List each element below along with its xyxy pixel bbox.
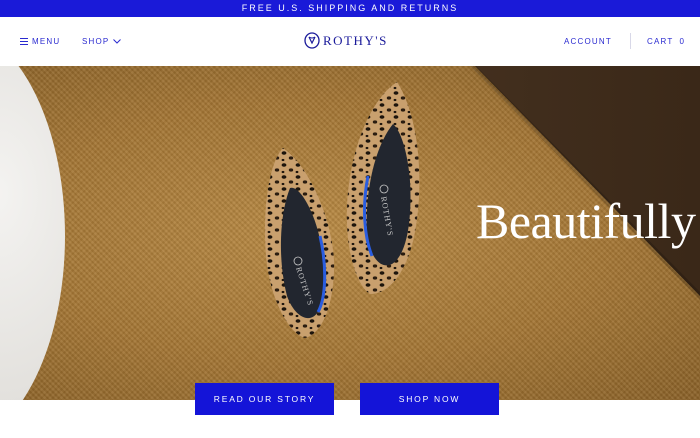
- read-our-story-button[interactable]: READ OUR STORY: [195, 383, 334, 415]
- right-shoe: [346, 82, 420, 294]
- left-shoe: [264, 148, 335, 338]
- promo-text: FREE U.S. SHIPPING AND RETURNS: [241, 3, 459, 13]
- chevron-down-icon: [113, 39, 122, 44]
- content-strip: [0, 400, 700, 438]
- hero-banner: ROTHY'S ROTHY'S Beautifully s: [0, 66, 700, 400]
- cart-link[interactable]: CART 0: [647, 37, 685, 46]
- top-navigation: MENU SHOP ROTHY'S ACCOUNT CART 0: [0, 17, 700, 66]
- logo-shield-icon: [304, 32, 320, 49]
- shop-label: SHOP: [82, 37, 110, 46]
- hero-headline: Beautifully s: [476, 193, 700, 249]
- cart-count: 0: [679, 37, 686, 46]
- logo-text: ROTHY'S: [323, 32, 388, 48]
- cart-label: CART: [647, 37, 674, 46]
- account-link[interactable]: ACCOUNT: [564, 37, 612, 46]
- nav-divider: [630, 33, 631, 49]
- shop-now-label: SHOP NOW: [398, 394, 461, 404]
- site-logo[interactable]: ROTHY'S: [304, 32, 388, 49]
- shop-now-button[interactable]: SHOP NOW: [360, 383, 499, 415]
- menu-label: MENU: [32, 37, 61, 46]
- shop-dropdown[interactable]: SHOP: [82, 37, 122, 46]
- menu-button[interactable]: MENU: [20, 37, 60, 46]
- promo-banner[interactable]: FREE U.S. SHIPPING AND RETURNS: [0, 0, 700, 17]
- read-our-story-label: READ OUR STORY: [213, 394, 316, 404]
- account-label: ACCOUNT: [564, 37, 612, 46]
- hamburger-icon: [20, 38, 28, 45]
